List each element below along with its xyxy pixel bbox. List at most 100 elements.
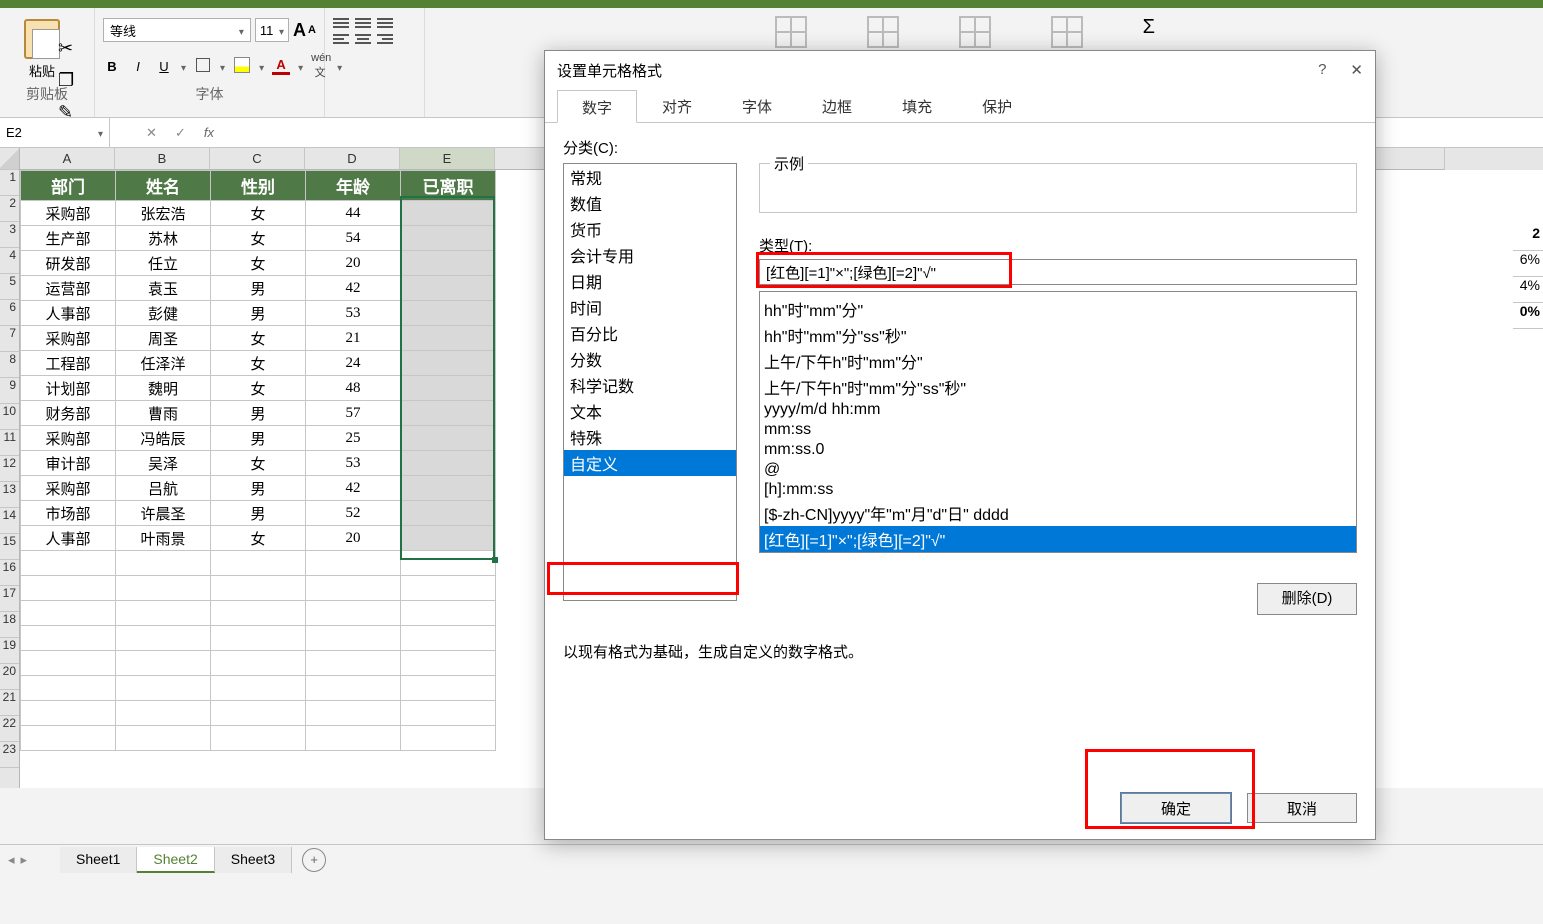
table-cell[interactable]: 54	[306, 226, 401, 251]
table-cell[interactable]: 吴泽	[116, 451, 211, 476]
table-cell[interactable]: 男	[211, 301, 306, 326]
fill-color-button[interactable]	[233, 57, 251, 76]
table-cell[interactable]: 42	[306, 276, 401, 301]
row-header[interactable]: 11	[0, 430, 19, 456]
table-cell[interactable]: 财务部	[21, 401, 116, 426]
sheet-tab[interactable]: Sheet3	[215, 847, 292, 873]
insert-cells-icon[interactable]	[1051, 16, 1083, 48]
confirm-edit-icon[interactable]: ✓	[175, 125, 186, 141]
table-cell[interactable]	[401, 401, 496, 426]
align-middle-icon[interactable]	[355, 18, 371, 28]
row-header[interactable]: 1	[0, 170, 19, 196]
table-cell[interactable]: 叶雨景	[116, 526, 211, 551]
table-cell[interactable]: 冯皓辰	[116, 426, 211, 451]
font-color-button[interactable]: A	[272, 57, 290, 75]
column-header[interactable]: B	[115, 148, 210, 170]
row-header[interactable]: 15	[0, 534, 19, 560]
align-top-icon[interactable]	[333, 18, 349, 28]
category-list-item[interactable]: 数值	[564, 190, 736, 216]
column-header[interactable]: A	[20, 148, 115, 170]
font-size-dropdown[interactable]: 11	[255, 18, 289, 42]
increase-font-icon[interactable]: A	[293, 20, 306, 41]
table-cell[interactable]: 工程部	[21, 351, 116, 376]
table-header-cell[interactable]: 性别	[211, 171, 306, 201]
help-icon[interactable]: ?	[1318, 61, 1326, 79]
row-header[interactable]: 13	[0, 482, 19, 508]
table-cell[interactable]: 魏明	[116, 376, 211, 401]
row-header[interactable]: 3	[0, 222, 19, 248]
row-header[interactable]: 23	[0, 742, 19, 768]
table-cell[interactable]: 女	[211, 201, 306, 226]
table-cell[interactable]	[401, 226, 496, 251]
table-cell[interactable]: 48	[306, 376, 401, 401]
table-cell[interactable]: 运营部	[21, 276, 116, 301]
type-list-item[interactable]: 上午/下午h"时"mm"分"	[760, 348, 1356, 374]
dialog-tab[interactable]: 字体	[717, 89, 797, 122]
type-list[interactable]: hh:mm:sshh"时"mm"分"hh"时"mm"分"ss"秒"上午/下午h"…	[759, 291, 1357, 553]
row-header[interactable]: 2	[0, 196, 19, 222]
table-cell[interactable]: 女	[211, 226, 306, 251]
row-header[interactable]: 5	[0, 274, 19, 300]
table-cell[interactable]	[401, 476, 496, 501]
table-cell[interactable]: 男	[211, 401, 306, 426]
conditional-format-icon[interactable]	[775, 16, 807, 48]
table-cell[interactable]: 审计部	[21, 451, 116, 476]
format-table-icon[interactable]	[867, 16, 899, 48]
row-header[interactable]: 22	[0, 716, 19, 742]
type-list-item[interactable]: @	[760, 460, 1356, 480]
cancel-edit-icon[interactable]: ✕	[146, 125, 157, 141]
category-list-item[interactable]: 百分比	[564, 320, 736, 346]
table-cell[interactable]	[401, 351, 496, 376]
table-cell[interactable]	[401, 426, 496, 451]
table-cell[interactable]: 任立	[116, 251, 211, 276]
type-list-item[interactable]: [红色][=1]"×";[绿色][=2]"√"	[760, 526, 1356, 552]
category-list-item[interactable]: 时间	[564, 294, 736, 320]
underline-button[interactable]: U	[155, 59, 173, 74]
row-header[interactable]: 20	[0, 664, 19, 690]
table-cell[interactable]: 袁玉	[116, 276, 211, 301]
table-cell[interactable]: 市场部	[21, 501, 116, 526]
table-cell[interactable]: 采购部	[21, 326, 116, 351]
format-painter-icon[interactable]	[58, 102, 80, 124]
table-cell[interactable]: 周圣	[116, 326, 211, 351]
category-list-item[interactable]: 日期	[564, 268, 736, 294]
next-sheet-icon[interactable]: ▸	[21, 852, 28, 868]
table-cell[interactable]: 女	[211, 326, 306, 351]
table-cell[interactable]: 女	[211, 526, 306, 551]
table-cell[interactable]: 20	[306, 526, 401, 551]
column-header[interactable]: D	[305, 148, 400, 170]
table-cell[interactable]: 53	[306, 451, 401, 476]
table-cell[interactable]: 21	[306, 326, 401, 351]
fx-icon[interactable]: fx	[204, 125, 214, 140]
align-bottom-icon[interactable]	[377, 18, 393, 28]
border-button[interactable]	[194, 58, 212, 75]
table-cell[interactable]: 女	[211, 376, 306, 401]
category-list[interactable]: 常规数值货币会计专用日期时间百分比分数科学记数文本特殊自定义	[563, 163, 737, 601]
table-cell[interactable]: 采购部	[21, 426, 116, 451]
row-header[interactable]: 8	[0, 352, 19, 378]
row-header[interactable]: 19	[0, 638, 19, 664]
table-cell[interactable]: 人事部	[21, 526, 116, 551]
table-cell[interactable]: 吕航	[116, 476, 211, 501]
type-list-item[interactable]: hh"时"mm"分"ss"秒"	[760, 322, 1356, 348]
table-cell[interactable]: 计划部	[21, 376, 116, 401]
table-cell[interactable]: 许晨圣	[116, 501, 211, 526]
category-list-item[interactable]: 会计专用	[564, 242, 736, 268]
table-cell[interactable]: 24	[306, 351, 401, 376]
table-cell[interactable]: 女	[211, 251, 306, 276]
table-cell[interactable]: 张宏浩	[116, 201, 211, 226]
category-list-item[interactable]: 自定义	[564, 450, 736, 476]
table-cell[interactable]	[401, 501, 496, 526]
category-list-item[interactable]: 文本	[564, 398, 736, 424]
cancel-button[interactable]: 取消	[1247, 793, 1357, 823]
row-header[interactable]: 16	[0, 560, 19, 586]
chevron-down-icon[interactable]	[259, 59, 264, 74]
table-cell[interactable]: 研发部	[21, 251, 116, 276]
ok-button[interactable]: 确定	[1121, 793, 1231, 823]
table-cell[interactable]: 采购部	[21, 201, 116, 226]
row-header[interactable]: 4	[0, 248, 19, 274]
decrease-font-icon[interactable]: A	[308, 24, 316, 36]
table-cell[interactable]: 苏林	[116, 226, 211, 251]
table-cell[interactable]: 52	[306, 501, 401, 526]
type-list-item[interactable]: yyyy/m/d hh:mm	[760, 400, 1356, 420]
